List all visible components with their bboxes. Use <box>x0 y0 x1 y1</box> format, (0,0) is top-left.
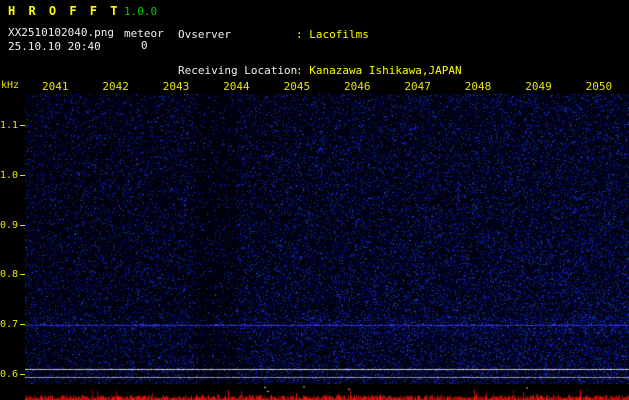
info-row-location: Receiving Location: Kanazawa Ishikawa,JA… <box>178 65 462 77</box>
spectrogram-canvas <box>25 94 629 384</box>
time-tick-label: 2049 <box>508 80 568 93</box>
freq-tick-label: 1.0 <box>0 170 17 182</box>
date-time: 25.10.10 20:40 <box>8 40 101 53</box>
freq-tick-label: 1.1 <box>0 120 17 132</box>
meteor-count: 0 <box>141 39 148 52</box>
observer-label: Ovserver <box>178 29 296 41</box>
time-tick-label: 2042 <box>85 80 145 93</box>
time-tick-label: 2048 <box>448 80 508 93</box>
freq-tick-label: 0.8 <box>0 269 17 281</box>
app-version: 1.0.0 <box>124 5 157 18</box>
level-meter-canvas <box>25 384 629 400</box>
hrofft-screen: H R O F F T 1.0.0 XX2510102040.png meteo… <box>0 0 629 400</box>
freq-axis-unit: kHz <box>1 80 19 91</box>
observer-value: : Lacofilms <box>296 28 369 41</box>
info-row-observer: Ovserver: Lacofilms <box>178 29 462 41</box>
location-value: : Kanazawa Ishikawa,JAPAN <box>296 64 462 77</box>
time-tick-label: 2047 <box>387 80 447 93</box>
freq-tick-label: 0.9 <box>0 220 17 232</box>
time-tick-label: 2044 <box>206 80 266 93</box>
time-tick-label: 2046 <box>327 80 387 93</box>
time-axis: 2041 2042 2043 2044 2045 2046 2047 2048 … <box>25 80 629 93</box>
time-tick-label: 2045 <box>267 80 327 93</box>
app-title: H R O F F T <box>8 4 120 18</box>
time-tick-label: 2043 <box>146 80 206 93</box>
freq-tick-label: 0.6 <box>0 369 17 381</box>
freq-tick-label: 0.7 <box>0 319 17 331</box>
location-label: Receiving Location <box>178 65 296 77</box>
output-filename: XX2510102040.png <box>8 26 114 39</box>
time-tick-label: 2050 <box>569 80 629 93</box>
time-tick-label: 2041 <box>25 80 85 93</box>
